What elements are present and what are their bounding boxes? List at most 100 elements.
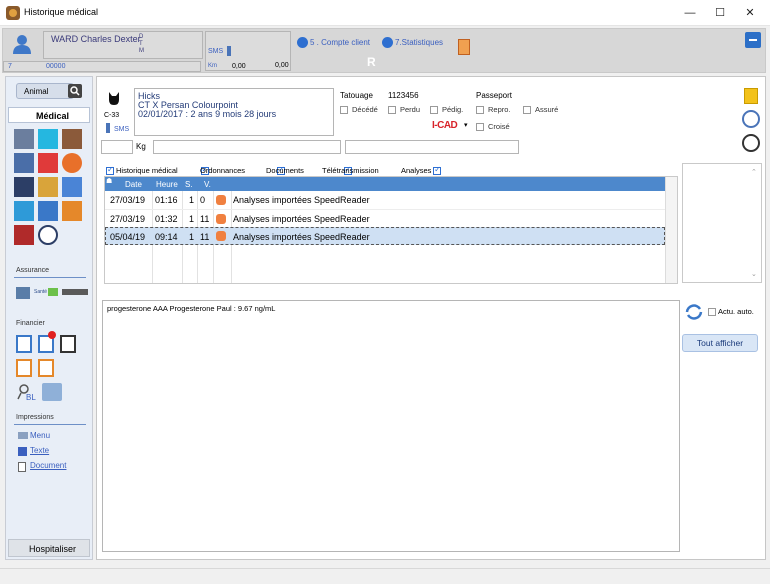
financier-title: Financier [16,320,45,327]
lost-label: Perdu [400,105,421,114]
target-icon[interactable] [38,225,58,245]
status-bar [0,568,770,584]
clipboard-icon[interactable] [14,177,34,197]
pedigree-checkbox[interactable] [430,106,438,114]
receipt-icon[interactable] [60,335,76,353]
client-flag-t: T [139,41,143,47]
note-icon[interactable] [744,88,758,104]
estimate-icon[interactable] [16,359,32,377]
pedigree-label: Pédig. [442,105,464,114]
col-v[interactable]: V. [204,180,211,189]
app-logo-icon [6,6,20,20]
document-icon [18,462,26,472]
crossbreed-label: Croisé [488,122,510,131]
icad-dropdown-icon[interactable]: ▾ [464,121,468,129]
assurance-separator [14,277,86,278]
hospitaliser-button[interactable]: Hospitaliser [8,539,90,557]
deceased-checkbox[interactable] [340,106,348,114]
sort-arrows-icon[interactable] [62,177,82,197]
weight-input[interactable] [101,140,133,154]
lab-tube-icon [216,214,226,224]
table-row[interactable]: 27/03/19 01:16 1 0 Analyses importées Sp… [105,191,665,209]
scroll-up-icon[interactable]: ⌃ [751,168,757,176]
animal-sms-label[interactable]: SMS [114,126,129,133]
col-time[interactable]: Heure [156,180,178,189]
history-clock-icon[interactable] [742,110,760,128]
animal-code: C-33 [104,112,120,119]
table-scrollbar[interactable] [665,177,677,283]
row-v: 11 [200,214,210,224]
pet-id-icon[interactable] [14,225,34,245]
detail-textarea[interactable]: progesterone AAA Progesterone Paul : 9.6… [102,300,680,552]
sort-icon[interactable]: ☗ [106,177,112,185]
client-number: 00000 [46,63,66,70]
table-row-selected[interactable]: 05/04/19 09:14 1 11 Analyses importées S… [105,227,665,245]
print-text-link[interactable]: Texte [30,446,49,455]
stats-icon[interactable] [382,37,393,48]
row-time: 09:14 [155,232,178,242]
refresh-icon[interactable] [684,304,704,320]
minimize-button[interactable]: — [674,0,706,26]
calendar-icon[interactable] [14,201,34,221]
account-icon[interactable] [297,37,308,48]
repro-checkbox[interactable] [476,106,484,114]
info-clock-icon[interactable] [742,134,760,152]
filter-analyses-checkbox[interactable] [433,165,442,175]
auto-refresh-checkbox[interactable] [708,308,716,316]
row-s: 1 [189,214,195,224]
insurance-icon[interactable] [16,287,30,299]
tattoo-label: Tatouage [340,91,373,100]
stethoscope-icon[interactable] [14,129,34,149]
insured-checkbox[interactable] [523,106,531,114]
print-menu-icon [18,432,28,439]
row-date: 05/04/19 [110,232,146,242]
weight-chart-icon[interactable] [38,153,58,173]
col-s[interactable]: S. [185,180,193,189]
book-icon[interactable] [38,177,58,197]
vaccine-icon[interactable] [62,129,82,149]
scalpel-icon[interactable] [14,153,34,173]
add-document-icon[interactable] [62,201,82,221]
identification-input[interactable] [345,140,519,154]
client-name-field[interactable]: WARD Charles Dexter D T M [43,31,203,59]
close-button[interactable]: ✕ [734,0,766,26]
row-time: 01:16 [155,195,178,205]
client-avatar-icon[interactable] [11,33,33,55]
estimate-list-icon[interactable] [38,359,54,377]
crossbreed-checkbox[interactable] [476,123,484,131]
print-menu-link[interactable]: Menu [30,431,50,440]
animal-birth: 02/01/2017 : 2 ans 9 mois 28 jours [138,109,277,119]
syringe-icon[interactable] [38,129,58,149]
show-all-button[interactable]: Tout afficher [682,334,758,352]
invoice-icon[interactable] [16,335,32,353]
row-label: Analyses importées SpeedReader [233,214,370,224]
col-date[interactable]: Date [125,180,142,189]
alert-badge-icon [48,331,56,339]
maximize-button[interactable]: ☐ [704,0,736,26]
lost-checkbox[interactable] [388,106,396,114]
menu-toggle-button[interactable] [745,32,761,48]
account-link[interactable]: 5 . Compte client [310,38,370,47]
animal-tab[interactable]: Animal [16,83,74,99]
kidney-icon[interactable] [62,153,82,173]
animal-tab-label: Animal [24,87,49,96]
medical-section-header[interactable]: Médical [8,107,90,123]
sante-label[interactable]: Santé [34,289,47,295]
remarks-input[interactable] [153,140,341,154]
calculator-icon[interactable] [458,39,470,55]
phone-icon [227,46,231,56]
row-date: 27/03/19 [110,195,146,205]
search-icon[interactable] [68,84,82,98]
table-header: ☗ Date Heure S. V. [105,177,665,191]
animal-identity-box[interactable]: Hicks CT X Persan Colourpoint 02/01/2017… [134,88,334,136]
filter-history-checkbox[interactable] [106,165,114,175]
print-document-link[interactable]: Document [30,461,66,470]
icad-logo[interactable]: I-CAD [432,120,458,131]
bl-label: BL [26,393,36,402]
printer-icon[interactable] [42,383,62,401]
stats-link[interactable]: 7.Statistiques [395,38,443,47]
scroll-down-icon[interactable]: ⌄ [751,270,757,278]
report-chart-icon[interactable] [38,201,58,221]
sms-label[interactable]: SMS [208,48,223,55]
table-row[interactable]: 27/03/19 01:32 1 11 Analyses importées S… [105,209,665,227]
